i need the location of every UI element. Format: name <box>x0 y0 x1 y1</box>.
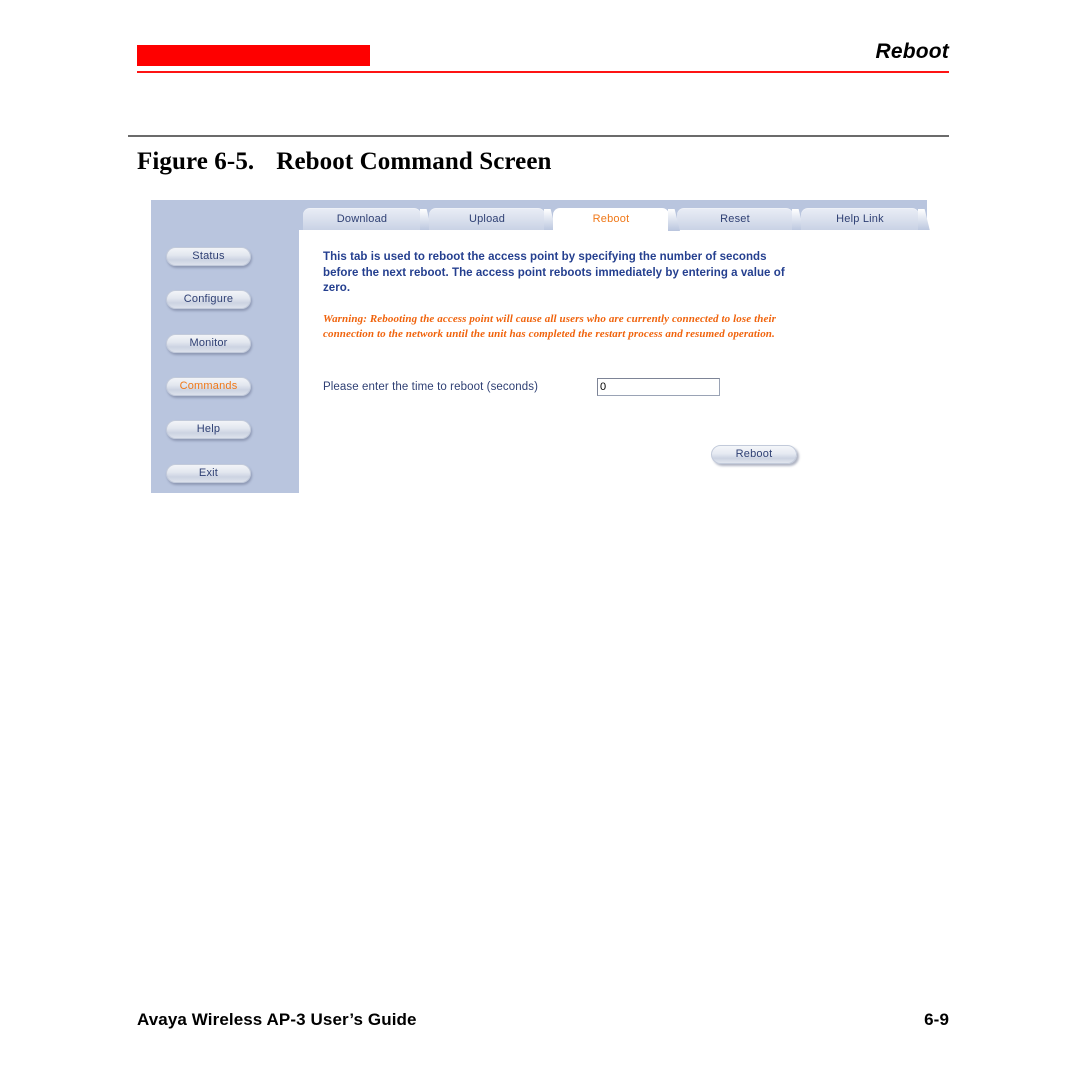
tab-upload-label: Upload <box>468 213 506 225</box>
tab-download-label: Download <box>336 213 388 225</box>
reboot-submit-button[interactable]: Reboot <box>711 445 797 464</box>
footer-document-title: Avaya Wireless AP-3 User’s Guide <box>137 1010 417 1029</box>
figure-caption: Figure 6-5. Reboot Command Screen <box>137 148 552 176</box>
figure-title: Reboot Command Screen <box>276 148 552 175</box>
tab-download[interactable]: Download <box>303 208 432 231</box>
tab-reboot-label: Reboot <box>592 213 630 225</box>
sidebar-nav: Status Configure Monitor Commands Help E… <box>151 200 299 493</box>
header-red-block <box>137 45 370 66</box>
reboot-time-input[interactable] <box>597 378 720 396</box>
reboot-time-label: Please enter the time to reboot (seconds… <box>323 381 539 393</box>
tab-help-link-label: Help Link <box>836 213 884 225</box>
header-red-rule <box>137 71 949 73</box>
figure-divider-rule <box>128 135 949 137</box>
tab-upload[interactable]: Upload <box>429 208 556 231</box>
tab-content-panel: This tab is used to reboot the access po… <box>299 230 949 493</box>
sidebar-item-configure[interactable]: Configure <box>166 290 251 309</box>
description-text: This tab is used to reboot the access po… <box>323 251 785 294</box>
sidebar-item-exit[interactable]: Exit <box>166 464 251 483</box>
application-screenshot: Status Configure Monitor Commands Help E… <box>151 200 949 493</box>
figure-number: Figure 6-5. <box>137 148 255 175</box>
running-head: Reboot <box>137 38 949 74</box>
tab-reboot[interactable]: Reboot <box>553 208 680 231</box>
sidebar-item-commands[interactable]: Commands <box>166 377 251 396</box>
tab-reset-label: Reset <box>720 213 750 225</box>
sidebar-item-help[interactable]: Help <box>166 420 251 439</box>
tab-help-link[interactable]: Help Link <box>801 208 930 231</box>
tab-bar: Download Upload Reboot Reset Help Link <box>299 200 930 231</box>
footer-page-number: 6-9 <box>924 1010 949 1029</box>
tab-reset[interactable]: Reset <box>677 208 804 231</box>
warning-text: Warning: Rebooting the access point will… <box>323 313 776 340</box>
running-head-title: Reboot <box>875 40 949 63</box>
document-page: Reboot Figure 6-5. Reboot Command Screen … <box>0 0 1080 1080</box>
reboot-time-field-row: Please enter the time to reboot (seconds… <box>323 378 883 400</box>
sidebar-item-status[interactable]: Status <box>166 247 251 266</box>
sidebar-item-monitor[interactable]: Monitor <box>166 334 251 353</box>
